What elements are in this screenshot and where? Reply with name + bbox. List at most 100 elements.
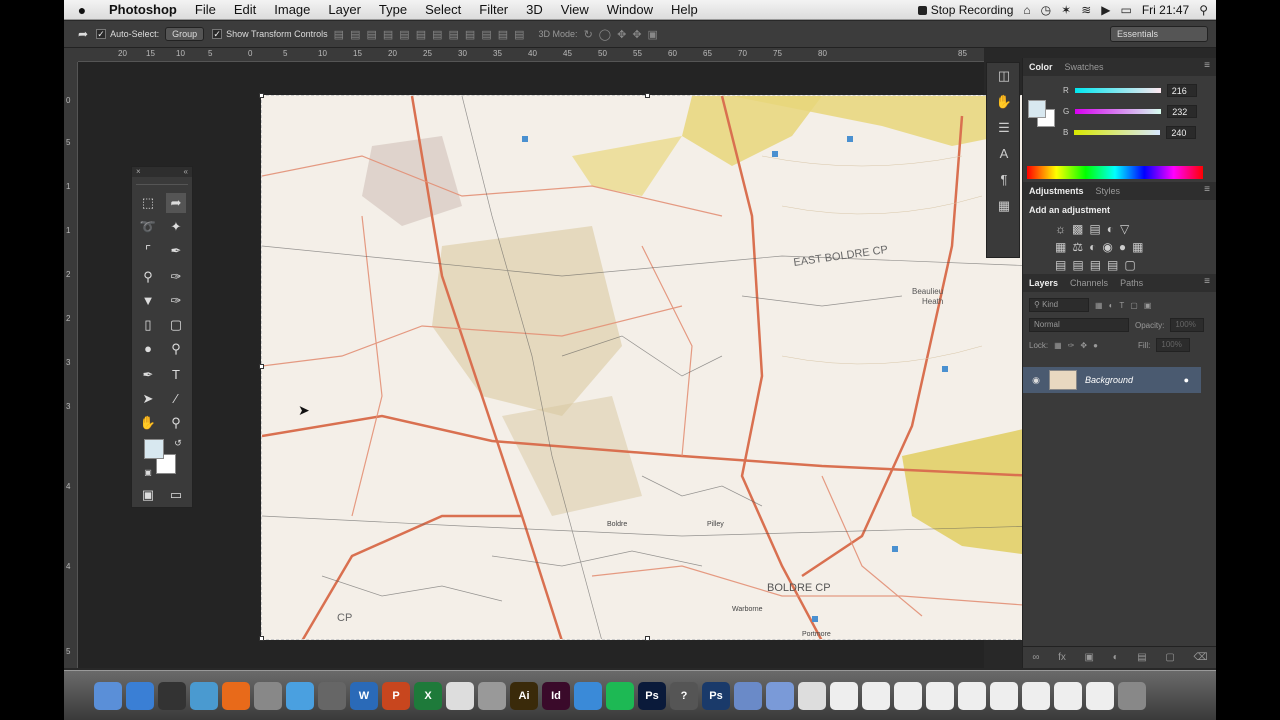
visibility-eye-icon[interactable]: ◉ (1023, 375, 1049, 386)
black-white-icon[interactable]: ◐ (1089, 240, 1096, 254)
screen-mode-icon[interactable]: ▭ (166, 485, 186, 505)
canvas-area[interactable]: EAST BOLDRE CP Beaulieu Heath BOLDRE CP … (78, 62, 1036, 668)
dock-app-icon[interactable] (286, 681, 314, 710)
dock-app-icon[interactable] (190, 681, 218, 710)
menu-filter[interactable]: Filter (470, 2, 517, 17)
align-bottom-icon[interactable]: ▤ (366, 28, 376, 41)
pen-tool-icon[interactable]: ✒ (138, 365, 158, 385)
tab-layers[interactable]: Layers (1029, 278, 1058, 288)
dock-app-icon[interactable] (158, 681, 186, 710)
3d-pan-icon[interactable]: ✥ (617, 28, 626, 41)
posterize-icon[interactable]: ▤ (1072, 258, 1083, 272)
properties-panel-icon[interactable]: ▦ (987, 193, 1021, 219)
exposure-icon[interactable]: ◐ (1107, 222, 1114, 236)
tools-panel-header[interactable]: × « (132, 167, 192, 177)
volume-icon[interactable]: ▶ (1101, 3, 1110, 17)
distribute-bottom-icon[interactable]: ▤ (465, 28, 475, 41)
dock-app-icon[interactable]: X (414, 681, 442, 710)
transform-handle[interactable] (645, 636, 650, 641)
clone-stamp-tool-icon[interactable]: ▼ (138, 291, 158, 311)
hand-tool-icon[interactable]: ✋ (138, 413, 158, 433)
align-right-icon[interactable]: ▤ (416, 28, 426, 41)
menu-help[interactable]: Help (662, 2, 707, 17)
eraser-tool-icon[interactable]: ▯ (138, 315, 158, 335)
align-vcenter-icon[interactable]: ▤ (350, 28, 360, 41)
panel-menu-icon[interactable]: ≡ (1204, 276, 1210, 287)
distribute-hcenter-icon[interactable]: ▤ (498, 28, 508, 41)
show-transform-checkbox[interactable]: ✓ (212, 29, 223, 39)
dock-app-icon[interactable]: Ps (702, 681, 730, 710)
tab-adjustments[interactable]: Adjustments (1029, 186, 1084, 196)
clock[interactable]: Fri 21:47 (1142, 3, 1189, 17)
link-layers-icon[interactable]: ∞ (1032, 652, 1039, 663)
vertical-ruler[interactable]: 0 5 1 1 2 2 3 3 4 4 5 (64, 62, 78, 668)
red-slider[interactable] (1074, 88, 1161, 93)
path-selection-tool-icon[interactable]: ➤ (138, 389, 158, 409)
history-brush-tool-icon[interactable]: ✑ (166, 291, 186, 311)
foreground-color-swatch[interactable] (144, 439, 164, 459)
new-layer-icon[interactable]: ▢ (1165, 652, 1174, 663)
dodge-tool-icon[interactable]: ⚲ (166, 339, 186, 359)
color-spectrum-ramp[interactable] (1027, 166, 1203, 179)
3d-rotate-icon[interactable]: ↻ (584, 28, 593, 41)
dock-app-icon[interactable] (574, 681, 602, 710)
selective-color-icon[interactable]: ▢ (1124, 258, 1135, 272)
dock-app-icon[interactable] (606, 681, 634, 710)
type-tool-icon[interactable]: T (166, 365, 186, 385)
filter-type-icon[interactable]: T (1119, 301, 1124, 310)
dock-app-icon[interactable] (926, 681, 954, 710)
dock-app-icon[interactable]: Ai (510, 681, 538, 710)
dock-app-icon[interactable] (862, 681, 890, 710)
layer-name[interactable]: Background (1085, 375, 1133, 385)
marquee-tool-icon[interactable]: ⬚ (138, 193, 158, 213)
dock-app-icon[interactable] (958, 681, 986, 710)
lock-position-icon[interactable]: ✥ (1080, 341, 1087, 350)
workspace-dropdown[interactable]: Essentials (1110, 26, 1208, 42)
delete-layer-icon[interactable]: ⌫ (1193, 652, 1207, 663)
transform-handle[interactable] (259, 93, 264, 98)
horizontal-ruler[interactable]: 20 15 10 5 0 5 10 15 20 25 30 35 40 45 5… (78, 48, 984, 62)
tab-paths[interactable]: Paths (1120, 278, 1143, 288)
line-tool-icon[interactable]: ∕ (166, 389, 186, 409)
distribute-left-icon[interactable]: ▤ (481, 28, 491, 41)
curves-icon[interactable]: ▤ (1089, 222, 1100, 236)
character-panel-icon[interactable]: A (987, 141, 1021, 167)
filter-shape-icon[interactable]: ▢ (1130, 301, 1138, 310)
kind-filter-dropdown[interactable]: ⚲ Kind (1029, 298, 1089, 312)
distribute-top-icon[interactable]: ▤ (432, 28, 442, 41)
auto-select-dropdown[interactable]: Group (165, 27, 205, 41)
dock-app-icon[interactable] (1022, 681, 1050, 710)
home-icon[interactable]: ⌂ (1023, 3, 1030, 17)
dock-app-icon[interactable]: Id (542, 681, 570, 710)
threshold-icon[interactable]: ▤ (1090, 258, 1101, 272)
close-icon[interactable]: × (136, 167, 141, 177)
dock-app-icon[interactable] (798, 681, 826, 710)
move-tool-icon[interactable]: ➦ (166, 193, 186, 213)
dock-app-icon[interactable] (766, 681, 794, 710)
filter-adjustment-icon[interactable]: ◐ (1109, 301, 1114, 310)
lasso-tool-icon[interactable]: ➰ (138, 217, 158, 237)
crop-tool-icon[interactable]: ⌜ (138, 241, 158, 261)
green-slider[interactable] (1075, 109, 1162, 114)
menu-app-name[interactable]: Photoshop (100, 2, 186, 17)
time-machine-icon[interactable]: ◷ (1041, 3, 1051, 17)
eyedropper-tool-icon[interactable]: ✒ (166, 241, 186, 261)
transform-handle[interactable] (645, 93, 650, 98)
lock-all-icon[interactable]: ● (1093, 341, 1098, 350)
vibrance-icon[interactable]: ▽ (1120, 222, 1129, 236)
dock-app-icon[interactable] (1086, 681, 1114, 710)
wifi-icon[interactable]: ≋ (1081, 3, 1091, 17)
menu-window[interactable]: Window (598, 2, 662, 17)
dock-app-icon[interactable] (990, 681, 1018, 710)
blend-mode-dropdown[interactable]: Normal (1029, 318, 1129, 332)
blue-slider[interactable] (1074, 130, 1161, 135)
align-left-icon[interactable]: ▤ (383, 28, 393, 41)
history-panel-icon[interactable]: ◫ (987, 63, 1021, 89)
collapse-icon[interactable]: « (184, 167, 188, 177)
tools-grip[interactable] (136, 179, 188, 185)
gradient-map-icon[interactable]: ▤ (1107, 258, 1118, 272)
layer-lock-icon[interactable]: ● (1184, 375, 1189, 385)
menu-type[interactable]: Type (370, 2, 416, 17)
tab-styles[interactable]: Styles (1096, 186, 1121, 196)
menu-image[interactable]: Image (265, 2, 319, 17)
